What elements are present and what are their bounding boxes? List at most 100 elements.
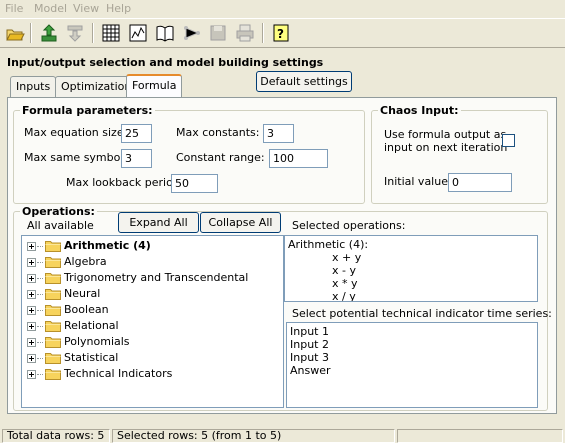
tree-node[interactable]: Statistical [25, 350, 275, 366]
formula-parameters-title: Formula parameters: [20, 104, 155, 117]
open-icon[interactable] [4, 22, 26, 44]
tree-connector [37, 294, 43, 295]
folder-icon [45, 320, 61, 332]
tree-node[interactable]: Technical Indicators [25, 366, 275, 382]
upload-icon[interactable] [38, 22, 60, 44]
expand-all-button[interactable]: Expand All [118, 212, 199, 233]
list-item[interactable]: Input 3 [290, 351, 329, 364]
expand-plus-icon[interactable] [27, 322, 36, 331]
list-item[interactable]: x / y [332, 290, 356, 301]
total-rows-status: Total data rows: 5 [2, 429, 110, 443]
expand-plus-icon[interactable] [27, 370, 36, 379]
list-item[interactable]: x + y [332, 251, 361, 264]
selected-rows-status: Selected rows: 5 (from 1 to 5) [112, 429, 395, 443]
folder-icon [45, 336, 61, 348]
tree-node-label: Neural [64, 287, 101, 300]
constant-range-label: Constant range: ± [176, 151, 278, 164]
menu-model[interactable]: Model [34, 2, 67, 15]
selected-operations-label: Selected operations: [292, 219, 406, 232]
toolbar-separator [30, 23, 32, 43]
save-icon[interactable] [207, 22, 229, 44]
tree-connector [37, 358, 43, 359]
expand-plus-icon[interactable] [27, 306, 36, 315]
formula-parameters-group: Formula parameters: Max equation size: M… [13, 104, 365, 204]
section-title: Input/output selection and model buildin… [7, 56, 324, 69]
tree-node[interactable]: Algebra [25, 254, 275, 270]
expand-plus-icon[interactable] [27, 338, 36, 347]
tree-connector [37, 374, 43, 375]
max-constants-label: Max constants: [176, 126, 260, 139]
max-equation-size-label: Max equation size: [24, 126, 128, 139]
tree-node-label: Technical Indicators [64, 367, 173, 380]
menu-help[interactable]: Help [106, 2, 131, 15]
tree-connector [37, 278, 43, 279]
tree-connector [37, 310, 43, 311]
max-same-symbols-label: Max same symbols: [24, 151, 133, 164]
tree-node-label: Statistical [64, 351, 119, 364]
menu-bar: File Model View Help [0, 0, 565, 17]
collapse-all-button[interactable]: Collapse All [200, 212, 281, 233]
list-item[interactable]: Answer [290, 364, 331, 377]
expand-plus-icon[interactable] [27, 290, 36, 299]
initial-value-field[interactable] [448, 173, 512, 192]
chart-icon[interactable] [127, 22, 149, 44]
operations-group: Operations: All available Expand All Col… [13, 205, 552, 411]
list-item[interactable]: Input 2 [290, 338, 329, 351]
tree-node[interactable]: Boolean [25, 302, 275, 318]
use-output-checkbox[interactable] [502, 134, 515, 147]
tree-connector [37, 246, 43, 247]
help-icon[interactable]: ? [270, 22, 292, 44]
chaos-input-group: Chaos Input: Use formula output as input… [371, 104, 548, 204]
use-output-label-line1: Use formula output as [384, 128, 507, 141]
tree-node[interactable]: Relational [25, 318, 275, 334]
print-icon[interactable] [234, 22, 256, 44]
tree-node[interactable]: Trigonometry and Transcendental [25, 270, 275, 286]
list-item[interactable]: Input 1 [290, 325, 329, 338]
operations-title: Operations: [20, 205, 97, 218]
time-series-list[interactable]: Input 1 Input 2 Input 3 Answer [286, 322, 538, 408]
tree-node-label: Polynomials [64, 335, 130, 348]
expand-plus-icon[interactable] [27, 274, 36, 283]
tab-inputs[interactable]: Inputs [10, 76, 57, 97]
tree-node[interactable]: Neural [25, 286, 275, 302]
download-icon[interactable] [64, 22, 86, 44]
tree-node[interactable]: Polynomials [25, 334, 275, 350]
folder-icon [45, 256, 61, 268]
list-item[interactable]: x * y [332, 277, 358, 290]
operations-tree[interactable]: Arithmetic (4) Algebra Trigonometry and Tr… [21, 235, 284, 408]
folder-icon [45, 288, 61, 300]
book-icon[interactable] [154, 22, 176, 44]
default-settings-button[interactable]: Default settings [256, 71, 352, 92]
expand-plus-icon[interactable] [27, 258, 36, 267]
expand-plus-icon[interactable] [27, 242, 36, 251]
expand-plus-icon[interactable] [27, 354, 36, 363]
folder-icon [45, 368, 61, 380]
tab-formula[interactable]: Formula [126, 74, 183, 97]
max-equation-size-field[interactable] [121, 124, 152, 143]
max-lookback-field[interactable] [171, 174, 218, 193]
selected-operations-list[interactable]: Arithmetic (4): x + y x - y x * y x / y [284, 235, 538, 302]
tree-connector [37, 342, 43, 343]
time-series-label: Select potential technical indicator tim… [292, 307, 552, 320]
max-same-symbols-field[interactable] [121, 149, 152, 168]
tree-node-label: Algebra [64, 255, 107, 268]
tree-connector [37, 326, 43, 327]
use-output-label-line2: input on next iteration [384, 141, 508, 154]
tree-node-label: Arithmetic (4) [64, 239, 151, 252]
tree-node[interactable]: Arithmetic (4) [25, 238, 275, 254]
menu-file[interactable]: File [5, 2, 23, 15]
list-item[interactable]: x - y [332, 264, 356, 277]
grid-icon[interactable] [100, 22, 122, 44]
tab-panel-formula: Formula parameters: Max equation size: M… [7, 97, 557, 414]
initial-value-label: Initial value: [384, 175, 452, 188]
menu-view[interactable]: View [73, 2, 99, 15]
folder-icon [45, 240, 61, 252]
constant-range-field[interactable] [269, 149, 328, 168]
tree-node-label: Trigonometry and Transcendental [64, 271, 249, 284]
network-icon[interactable] [181, 22, 203, 44]
max-constants-field[interactable] [263, 124, 294, 143]
tree-node-label: Boolean [64, 303, 109, 316]
selected-operations-header: Arithmetic (4): [288, 238, 369, 251]
toolbar-separator [262, 23, 264, 43]
status-bar: Total data rows: 5 Selected rows: 5 (fro… [0, 428, 565, 443]
